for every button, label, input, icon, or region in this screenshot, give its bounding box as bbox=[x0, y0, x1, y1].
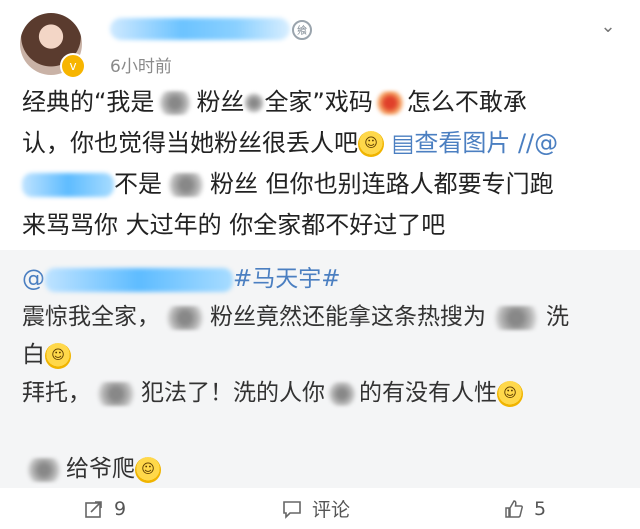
repost-box[interactable]: @ #马天宇# 震惊我全家， 粉丝竟然还能拿这条热搜为洗 白 ☺ 拜托， 犯法了！洗的人… bbox=[0, 250, 640, 488]
view-image-label: 查看图片 bbox=[414, 129, 511, 157]
avatar[interactable]: v bbox=[20, 13, 86, 79]
repost-count: 9 bbox=[114, 497, 127, 520]
post-text-seg: 粉丝 但你也别连路人都要专门跑 bbox=[210, 170, 554, 198]
repost-username-blurred[interactable] bbox=[45, 267, 233, 292]
post-text-seg: 粉丝 bbox=[196, 88, 245, 116]
post-text-seg: 全家”戏码 bbox=[264, 88, 373, 116]
redaction-blur bbox=[160, 305, 210, 330]
repost-text-seg: 给爷爬 bbox=[66, 456, 135, 482]
repost-text: @ #马天宇# 震惊我全家， 粉丝竟然还能拿这条热搜为洗 白 ☺ 拜托， 犯法了！洗的人… bbox=[22, 260, 622, 488]
post-text-seg: 认，你也觉得当她粉丝很丢人吧 bbox=[22, 129, 358, 157]
redaction-blur bbox=[22, 457, 66, 482]
repost-text-seg: 的有没有人性 bbox=[359, 380, 497, 406]
post-text-seg: 不是 bbox=[114, 170, 162, 198]
post-time: 6小时前 bbox=[110, 57, 172, 77]
mention-username-blurred[interactable] bbox=[22, 173, 114, 197]
grin-emoji-icon: ☺ bbox=[45, 342, 71, 369]
smirk-emoji-icon: ☺ bbox=[497, 380, 523, 407]
redaction-blur bbox=[486, 305, 546, 330]
repost-text-seg: 粉丝竟然还能拿这条热搜为 bbox=[210, 304, 486, 330]
post-text: 经典的“我是 粉丝 全家”戏码 怎么不敢承 认，你也觉得当她粉丝很丢人吧 ☺ ▤查看图片… bbox=[22, 82, 626, 246]
comment-button[interactable]: 评论 bbox=[282, 488, 350, 529]
repost-text-seg: 拜托， bbox=[22, 380, 91, 406]
post-text-seg: 怎么不敢承 bbox=[406, 88, 527, 116]
shocked-emoji-icon: ☺ bbox=[358, 131, 384, 157]
level-badge-icon: 飨 bbox=[292, 20, 312, 40]
repost-text-seg: 犯法了！洗的人你 bbox=[141, 380, 325, 406]
repost-button[interactable]: 9 bbox=[84, 488, 126, 529]
redaction-blur bbox=[372, 91, 407, 115]
comment-label: 评论 bbox=[312, 499, 351, 521]
vomit-emoji-icon: ☺ bbox=[135, 456, 161, 483]
action-bar: 9 评论 5 bbox=[0, 488, 640, 529]
comment-icon bbox=[283, 500, 301, 519]
chevron-down-icon[interactable]: ⌄ bbox=[595, 16, 621, 37]
post-text-seg: 来骂骂你 大过年的 你全家都不好过了吧 bbox=[22, 211, 446, 239]
repost-text-seg: 震惊我全家， bbox=[22, 304, 160, 330]
repost-mention[interactable]: @ bbox=[22, 266, 45, 292]
view-image-link[interactable]: ▤查看图片 bbox=[392, 129, 511, 157]
like-button[interactable]: 5 bbox=[504, 488, 546, 529]
repost-text-seg: 洗 bbox=[546, 304, 569, 330]
like-count: 5 bbox=[534, 497, 547, 520]
redaction-blur bbox=[244, 91, 265, 115]
mention-link[interactable]: //@ bbox=[518, 129, 558, 157]
username-blurred[interactable] bbox=[110, 18, 290, 40]
share-icon bbox=[85, 500, 102, 518]
post-text-seg: 经典的“我是 bbox=[22, 88, 155, 116]
repost-text-seg: 白 bbox=[22, 342, 45, 368]
verified-badge-icon: v bbox=[60, 53, 86, 79]
thumbs-up-icon bbox=[505, 499, 523, 518]
redaction-blur bbox=[154, 91, 197, 115]
hashtag-link[interactable]: #马天宇# bbox=[233, 266, 341, 292]
image-icon: ▤ bbox=[391, 129, 415, 157]
redaction-blur bbox=[162, 173, 210, 197]
redaction-blur bbox=[91, 381, 141, 406]
redaction-blur bbox=[325, 381, 359, 406]
